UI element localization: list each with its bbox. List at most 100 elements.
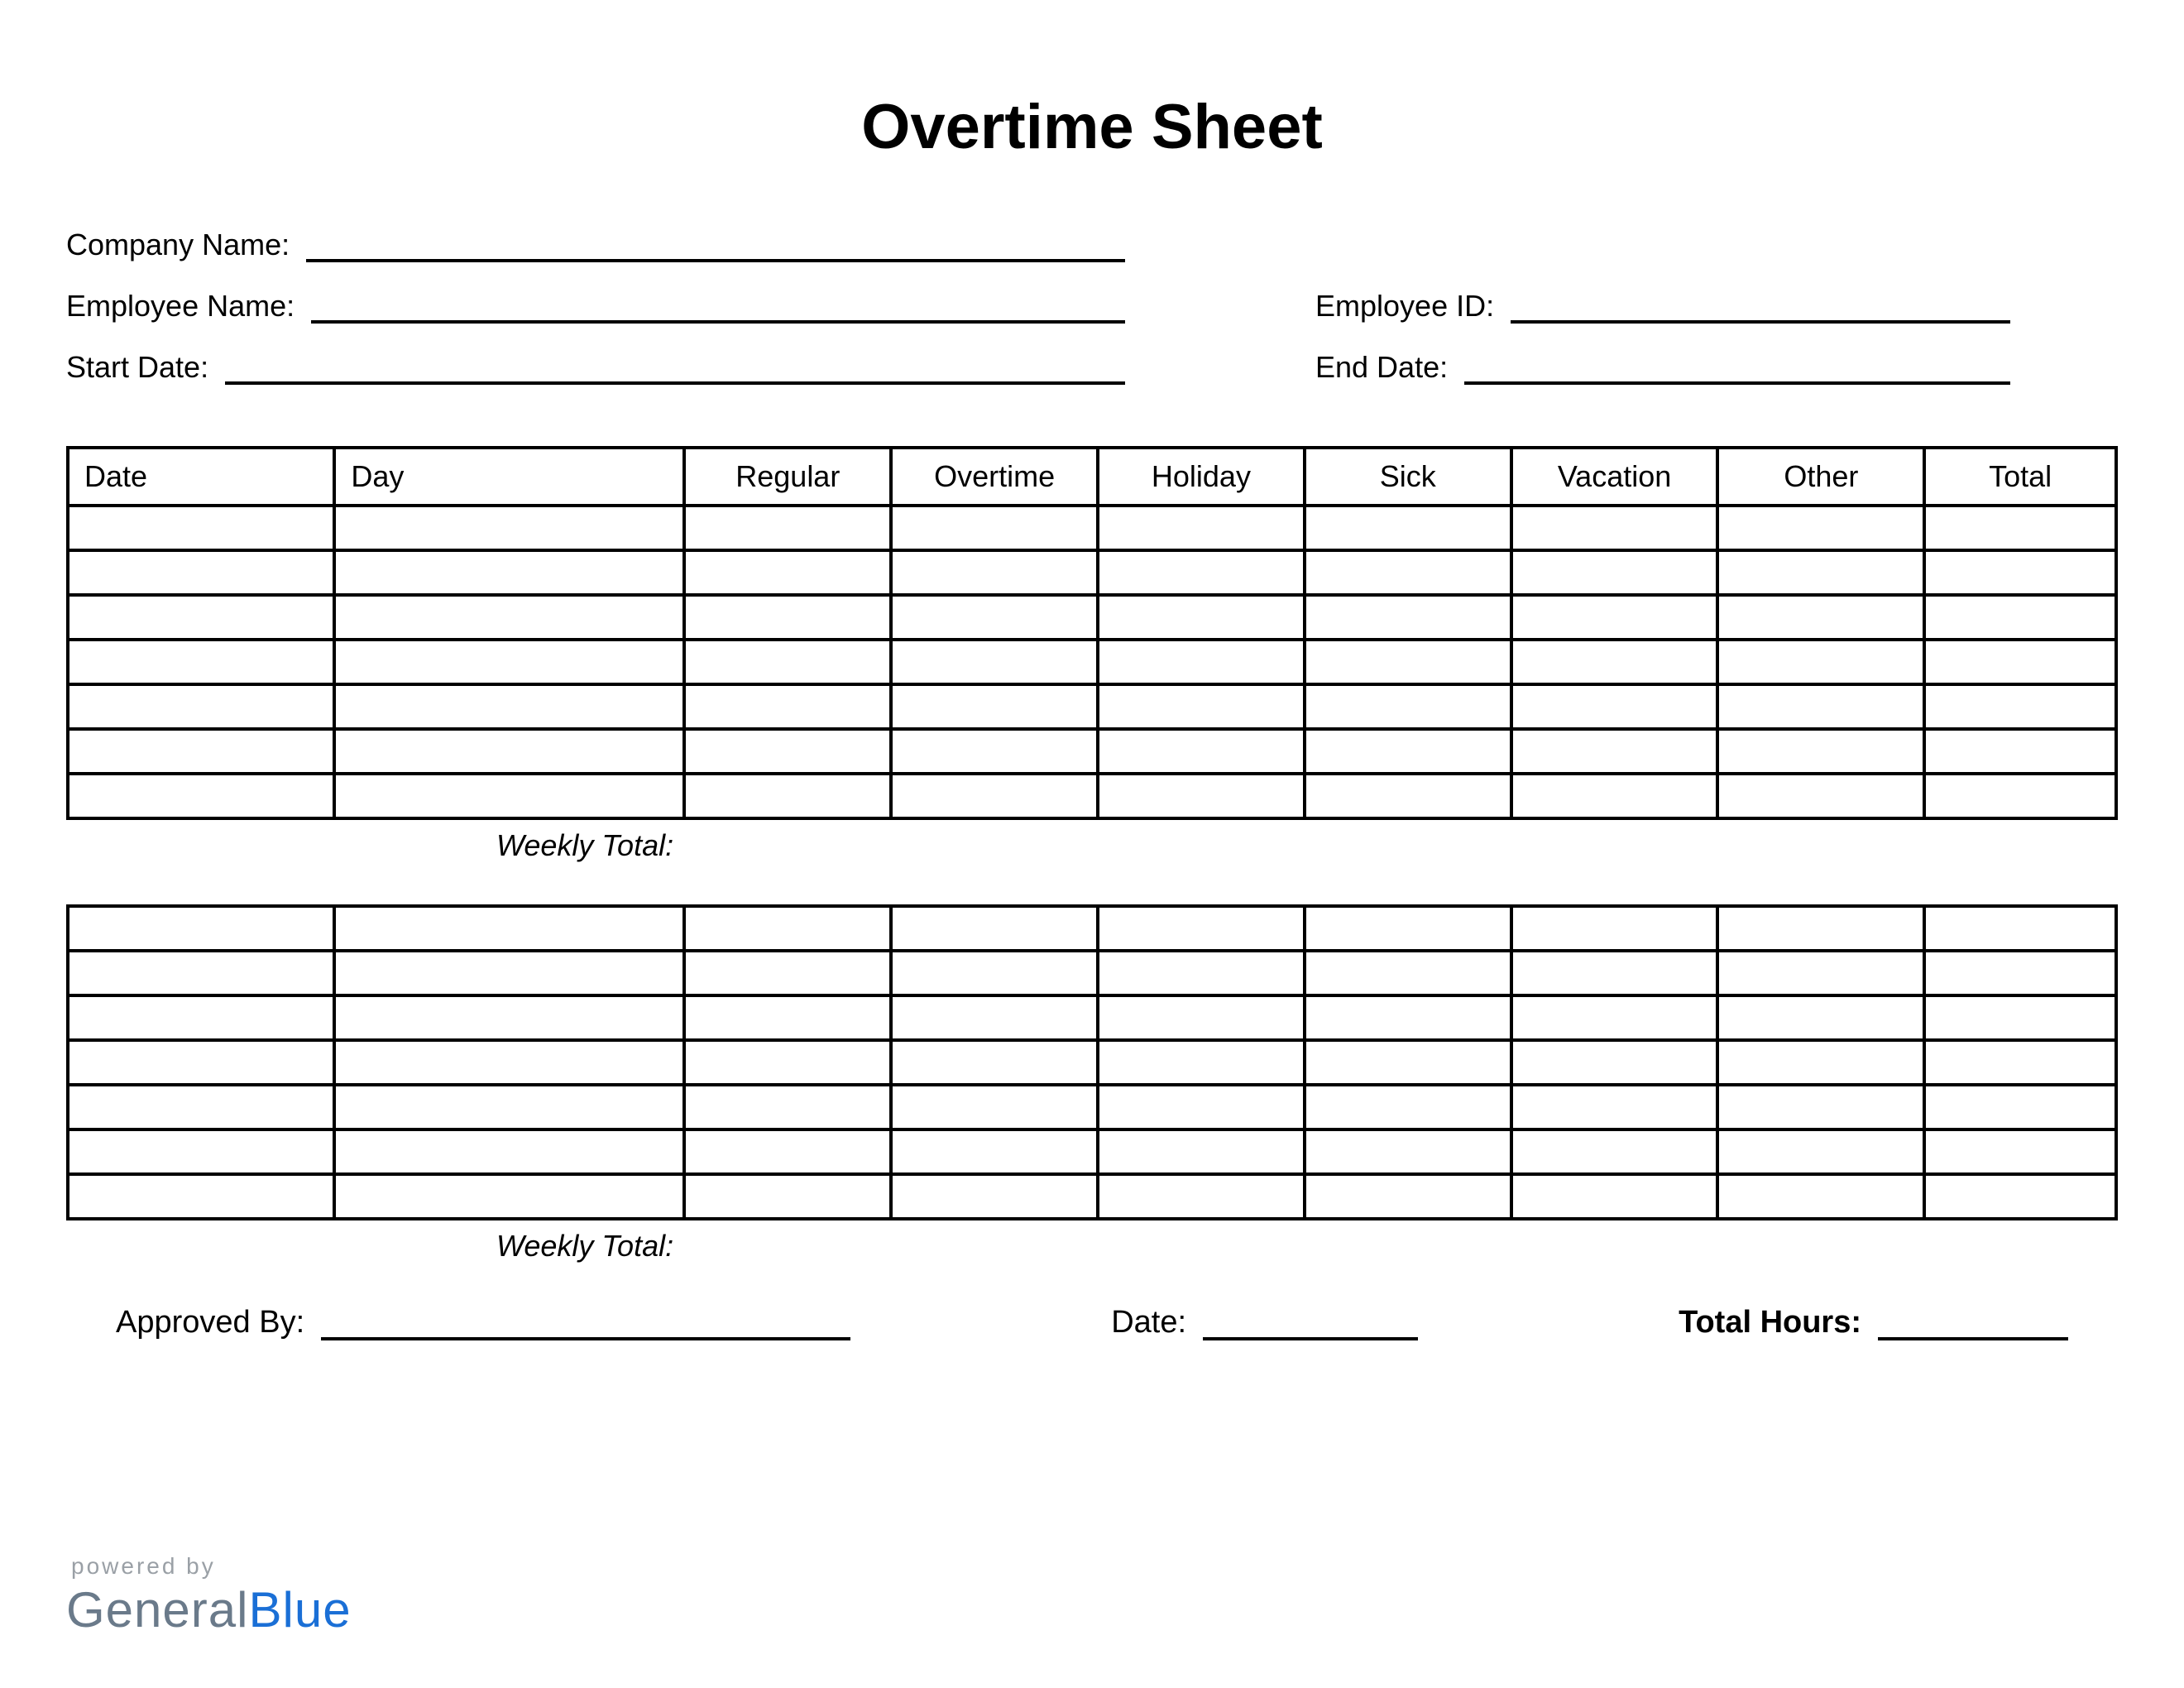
cell[interactable] xyxy=(1098,640,1305,684)
cell[interactable] xyxy=(1098,995,1305,1040)
cell[interactable] xyxy=(1511,1174,1718,1219)
cell[interactable] xyxy=(68,995,334,1040)
cell[interactable] xyxy=(1098,684,1305,729)
cell[interactable] xyxy=(334,1040,684,1085)
cell[interactable] xyxy=(1717,951,1924,995)
cell[interactable] xyxy=(1924,640,2116,684)
cell[interactable] xyxy=(68,1174,334,1219)
cell[interactable] xyxy=(1098,951,1305,995)
employee-name-field[interactable] xyxy=(311,294,1125,324)
cell[interactable] xyxy=(684,1129,891,1174)
cell[interactable] xyxy=(1305,774,1511,818)
cell[interactable] xyxy=(891,506,1098,550)
cell[interactable] xyxy=(684,1085,891,1129)
cell[interactable] xyxy=(891,550,1098,595)
cell[interactable] xyxy=(1717,729,1924,774)
cell[interactable] xyxy=(1924,1040,2116,1085)
cell[interactable] xyxy=(334,995,684,1040)
cell[interactable] xyxy=(334,506,684,550)
cell[interactable] xyxy=(68,1129,334,1174)
cell[interactable] xyxy=(684,684,891,729)
cell[interactable] xyxy=(1924,595,2116,640)
cell[interactable] xyxy=(68,906,334,951)
cell[interactable] xyxy=(1305,1085,1511,1129)
cell[interactable] xyxy=(1924,550,2116,595)
cell[interactable] xyxy=(334,729,684,774)
cell[interactable] xyxy=(334,1129,684,1174)
cell[interactable] xyxy=(1511,595,1718,640)
cell[interactable] xyxy=(891,1040,1098,1085)
cell[interactable] xyxy=(1098,595,1305,640)
cell[interactable] xyxy=(1305,729,1511,774)
cell[interactable] xyxy=(68,595,334,640)
cell[interactable] xyxy=(1511,774,1718,818)
cell[interactable] xyxy=(1511,640,1718,684)
cell[interactable] xyxy=(68,774,334,818)
cell[interactable] xyxy=(334,951,684,995)
cell[interactable] xyxy=(891,951,1098,995)
cell[interactable] xyxy=(334,774,684,818)
cell[interactable] xyxy=(1717,995,1924,1040)
cell[interactable] xyxy=(1717,774,1924,818)
cell[interactable] xyxy=(334,640,684,684)
cell[interactable] xyxy=(68,1085,334,1129)
cell[interactable] xyxy=(891,684,1098,729)
footer-date-field[interactable] xyxy=(1203,1309,1418,1340)
cell[interactable] xyxy=(1305,1129,1511,1174)
total-hours-field[interactable] xyxy=(1878,1309,2068,1340)
cell[interactable] xyxy=(1098,1085,1305,1129)
cell[interactable] xyxy=(891,1174,1098,1219)
cell[interactable] xyxy=(684,595,891,640)
cell[interactable] xyxy=(1924,1085,2116,1129)
cell[interactable] xyxy=(1924,906,2116,951)
cell[interactable] xyxy=(891,906,1098,951)
cell[interactable] xyxy=(1098,906,1305,951)
cell[interactable] xyxy=(891,995,1098,1040)
cell[interactable] xyxy=(1924,684,2116,729)
cell[interactable] xyxy=(684,550,891,595)
cell[interactable] xyxy=(68,729,334,774)
cell[interactable] xyxy=(1717,595,1924,640)
cell[interactable] xyxy=(1924,774,2116,818)
cell[interactable] xyxy=(891,774,1098,818)
cell[interactable] xyxy=(1924,1129,2116,1174)
cell[interactable] xyxy=(891,729,1098,774)
cell[interactable] xyxy=(1511,1085,1718,1129)
cell[interactable] xyxy=(1717,1174,1924,1219)
cell[interactable] xyxy=(1717,906,1924,951)
cell[interactable] xyxy=(891,1085,1098,1129)
cell[interactable] xyxy=(684,1040,891,1085)
cell[interactable] xyxy=(684,951,891,995)
cell[interactable] xyxy=(1305,640,1511,684)
cell[interactable] xyxy=(891,640,1098,684)
cell[interactable] xyxy=(334,906,684,951)
cell[interactable] xyxy=(334,1085,684,1129)
cell[interactable] xyxy=(1305,906,1511,951)
cell[interactable] xyxy=(1511,1040,1718,1085)
cell[interactable] xyxy=(1717,550,1924,595)
cell[interactable] xyxy=(1098,1040,1305,1085)
cell[interactable] xyxy=(684,995,891,1040)
cell[interactable] xyxy=(1511,906,1718,951)
cell[interactable] xyxy=(1511,684,1718,729)
cell[interactable] xyxy=(1305,506,1511,550)
cell[interactable] xyxy=(1098,506,1305,550)
cell[interactable] xyxy=(334,550,684,595)
cell[interactable] xyxy=(1305,1174,1511,1219)
end-date-field[interactable] xyxy=(1464,355,2010,385)
cell[interactable] xyxy=(891,1129,1098,1174)
cell[interactable] xyxy=(684,1174,891,1219)
cell[interactable] xyxy=(1098,1174,1305,1219)
cell[interactable] xyxy=(1717,1085,1924,1129)
cell[interactable] xyxy=(684,906,891,951)
cell[interactable] xyxy=(1717,684,1924,729)
cell[interactable] xyxy=(1098,729,1305,774)
company-name-field[interactable] xyxy=(306,233,1125,262)
cell[interactable] xyxy=(68,506,334,550)
cell[interactable] xyxy=(1098,774,1305,818)
cell[interactable] xyxy=(684,506,891,550)
cell[interactable] xyxy=(1717,640,1924,684)
cell[interactable] xyxy=(1305,595,1511,640)
cell[interactable] xyxy=(1305,684,1511,729)
approved-by-field[interactable] xyxy=(321,1309,850,1340)
